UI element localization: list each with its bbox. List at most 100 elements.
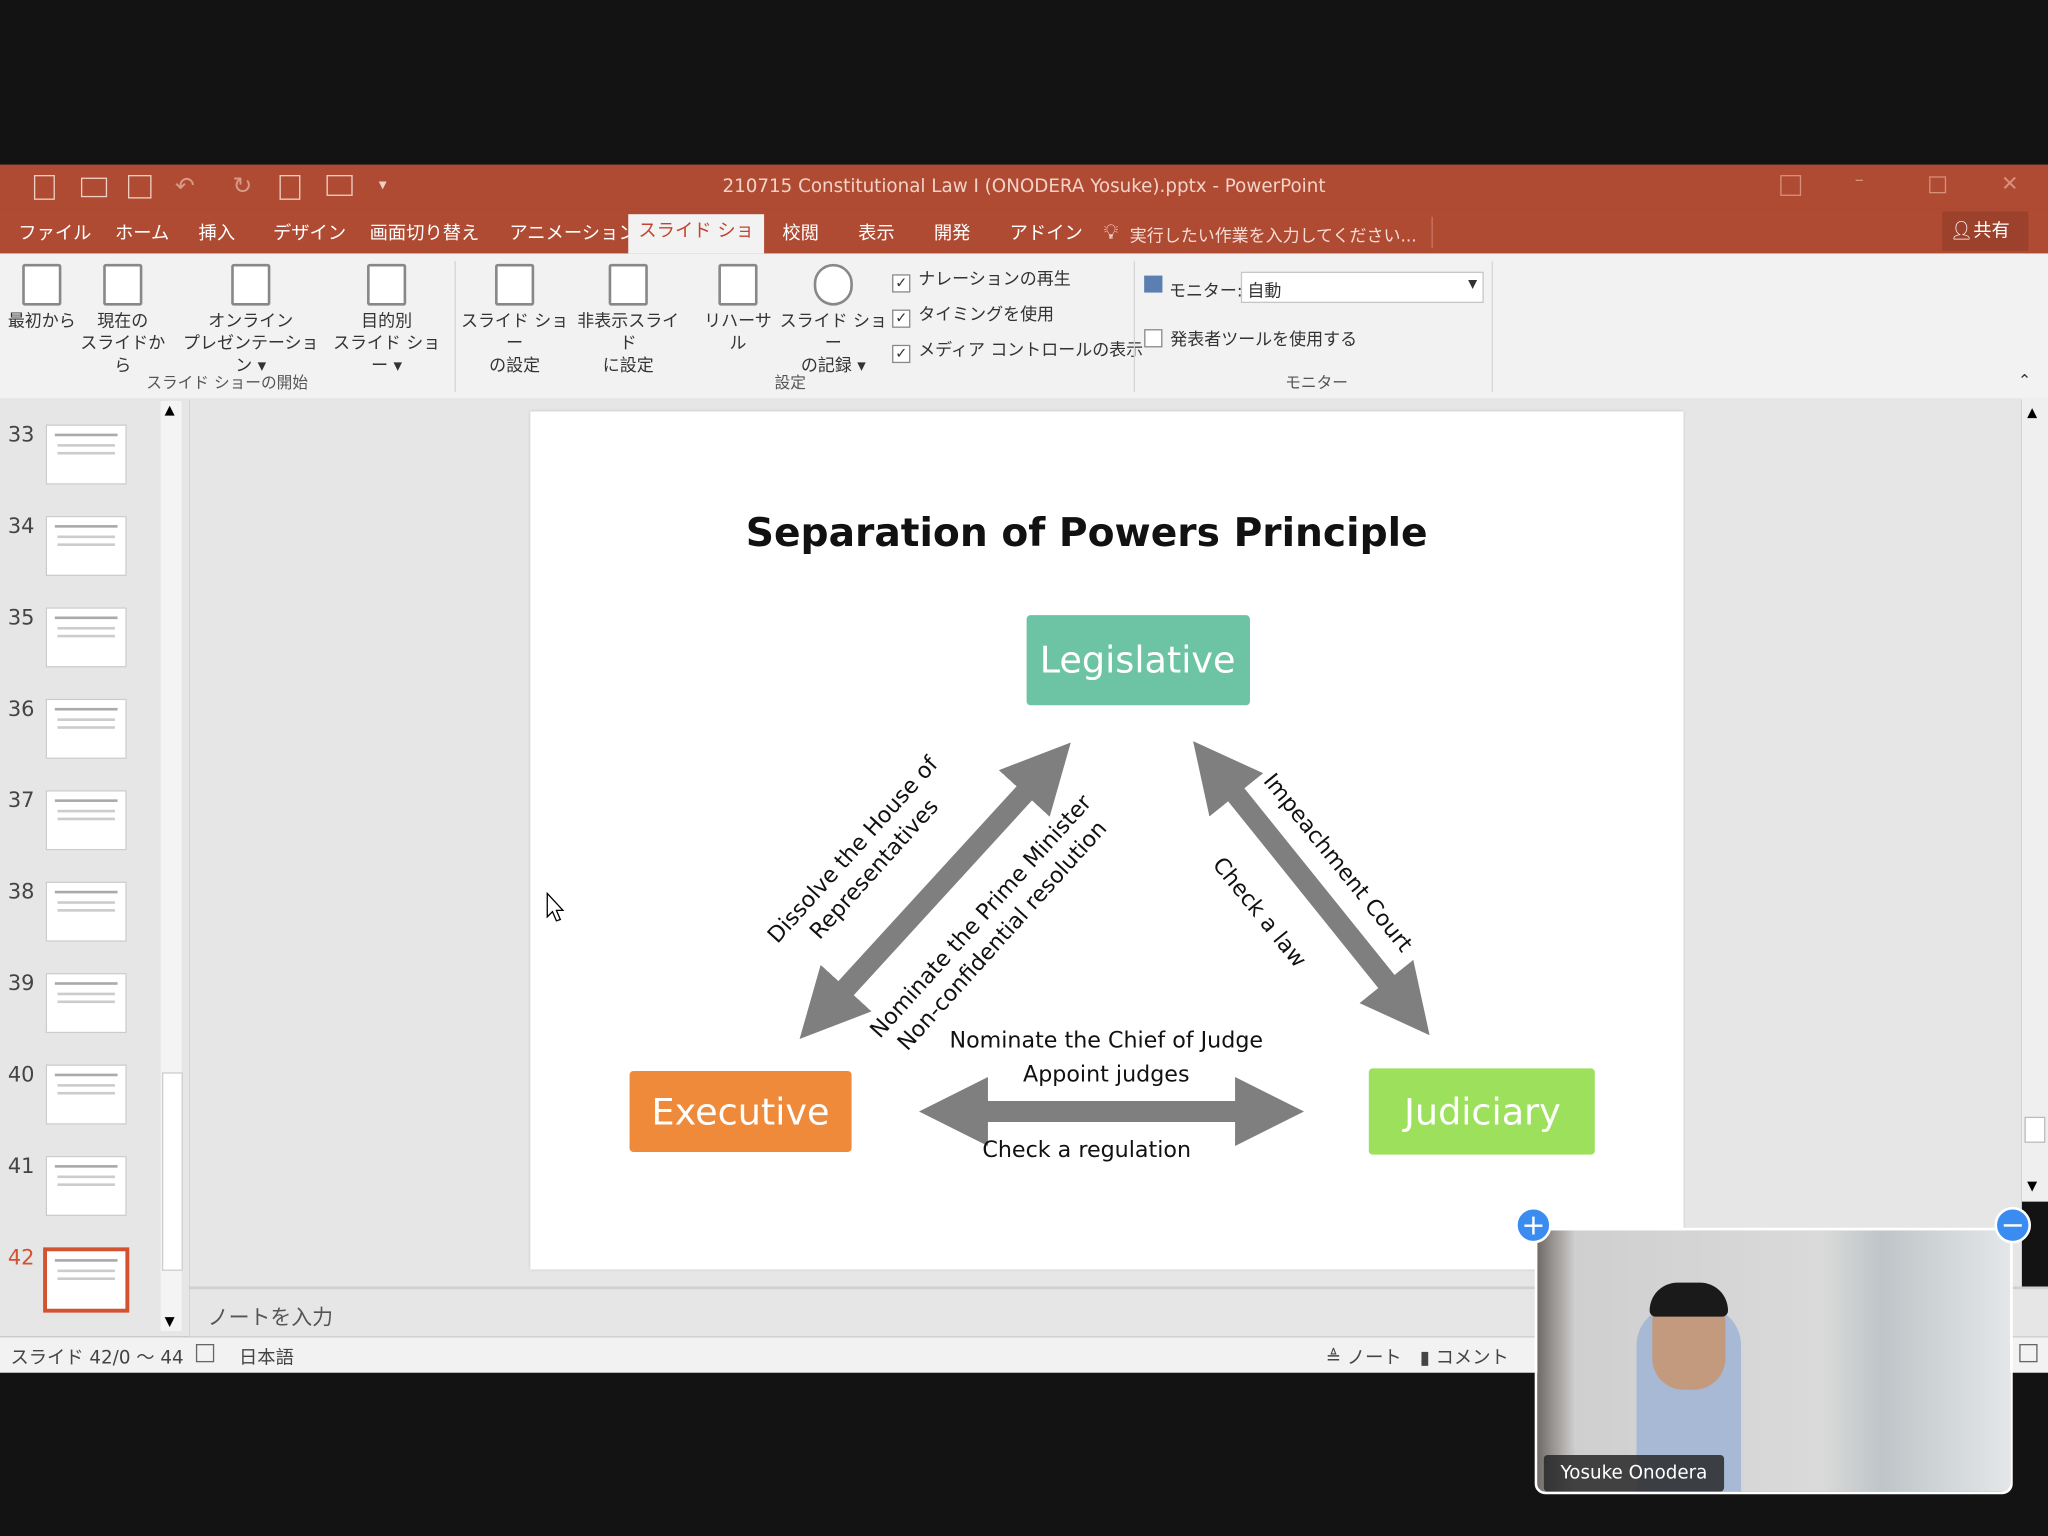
tell-me-box[interactable]: 💡︎ 実行したい作業を入力してください... — [1101, 216, 1433, 249]
hide-slide-icon — [608, 263, 648, 306]
globe-icon — [231, 263, 271, 306]
scroll-down-icon: ▼ — [2027, 1179, 2038, 1194]
slide-number: 39 — [7, 970, 35, 996]
video-tile: Yosuke Onodera — [1534, 1227, 2013, 1495]
judiciary-label: Judiciary — [1402, 1091, 1561, 1134]
slide-thumbnail[interactable] — [45, 881, 127, 942]
chevron-down-icon: ▼ — [1468, 278, 1478, 292]
slide-number: 40 — [7, 1061, 35, 1087]
fit-slide-icon[interactable] — [2019, 1343, 2038, 1363]
online-presentation-button[interactable]: オンライン プレゼンテーション ▾ — [178, 263, 324, 378]
record-icon — [813, 263, 853, 306]
comments-toggle[interactable]: ▮ コメント — [1420, 1344, 1509, 1370]
zoom-out-button[interactable]: − — [1994, 1206, 2032, 1244]
tab-developer[interactable]: 開発 — [926, 217, 978, 254]
current-slide-icon — [103, 263, 143, 306]
slide-thumbnail[interactable] — [45, 1064, 127, 1125]
ribbon-display-icon[interactable] — [1780, 175, 1802, 196]
group-label-setup: 設定 — [774, 373, 806, 392]
narration-checkbox[interactable]: ✓ ナレーションの再生 — [892, 265, 1071, 293]
slide-counter: スライド 42/0 ～ 44 — [10, 1347, 184, 1369]
thumbnail-scrollbar[interactable]: ▲ ▼ — [160, 400, 183, 1331]
play-slide-icon — [22, 263, 62, 306]
tab-design[interactable]: デザイン — [265, 217, 354, 254]
slide-number: 42 — [7, 1244, 35, 1270]
slide-number: 37 — [7, 787, 35, 813]
scroll-down-icon: ▼ — [164, 1315, 175, 1330]
scroll-up-icon: ▲ — [164, 403, 175, 418]
record-slideshow-button[interactable]: スライド ショー の記録 ▾ — [778, 263, 888, 378]
custom-slideshow-button[interactable]: 目的別 スライド ショー ▾ — [327, 263, 447, 378]
tell-me-text: 実行したい作業を入力してください... — [1129, 227, 1417, 247]
slide-thumbnail[interactable] — [45, 607, 127, 668]
ribbon: 最初から 現在の スライドから オンライン プレゼンテーション ▾ 目的別 スライド … — [0, 253, 2048, 400]
notes-placeholder: ノートを入力 — [207, 1304, 334, 1330]
editor-scrollbar[interactable]: ▲ ▼ — [2021, 398, 2048, 1202]
window-title: 210715 Constitutional Law I (ONODERA Yos… — [722, 176, 1326, 198]
tab-file[interactable]: ファイル — [10, 217, 99, 254]
group-label-start: スライド ショーの開始 — [146, 373, 309, 392]
title-bar: ↶ ↻ ▾ 210715 Constitutional Law I (ONODE… — [0, 164, 2048, 209]
tab-home[interactable]: ホーム — [107, 217, 177, 254]
monitor-select[interactable]: 自動 ▼ — [1240, 271, 1484, 304]
presenter-view-checkbox[interactable]: 発表者ツールを使用する — [1144, 325, 1357, 350]
tab-transitions[interactable]: 画面切り替え — [362, 217, 487, 254]
setup-icon — [495, 263, 535, 306]
tab-animations[interactable]: アニメーション — [502, 217, 645, 254]
slide-number: 41 — [7, 1153, 35, 1179]
collapse-ribbon-icon[interactable]: ⌃ — [2018, 371, 2031, 389]
slide-thumbnail[interactable] — [45, 973, 127, 1034]
tab-addins[interactable]: アドイン — [1002, 217, 1091, 254]
rehearse-button[interactable]: リハーサル — [697, 263, 778, 355]
slide-thumbnail[interactable] — [45, 790, 127, 851]
share-button[interactable]: 👤︎共有 — [1942, 211, 2029, 251]
media-controls-checkbox[interactable]: ✓ メディア コントロールの表示 — [892, 336, 1143, 364]
slide-title: Separation of Powers Principle — [746, 511, 1428, 556]
zoom-in-button[interactable]: + — [1515, 1206, 1552, 1244]
share-label: 共有 — [1973, 220, 2010, 242]
check-regulation-label: Check a regulation — [982, 1137, 1191, 1163]
scroll-up-icon: ▲ — [2027, 406, 2038, 421]
group-label-monitor: モニター — [1285, 373, 1348, 392]
tab-view[interactable]: 表示 — [850, 217, 902, 254]
scrollbar-thumb[interactable] — [2024, 1116, 2046, 1143]
monitor-label: モニター: — [1168, 282, 1243, 302]
language[interactable]: 日本語 — [239, 1344, 294, 1370]
scrollbar-thumb[interactable] — [161, 1072, 183, 1271]
notes-toggle[interactable]: ≜ ノート — [1326, 1344, 1402, 1370]
appoint-judges-label: Appoint judges — [1023, 1061, 1190, 1087]
minimize-button[interactable]: – — [1855, 170, 1864, 191]
custom-show-icon — [367, 263, 407, 306]
slide-number: 36 — [7, 696, 35, 721]
diagram: Separation of Powers Principle Legislati… — [629, 511, 1595, 1163]
slide-number: 34 — [7, 513, 35, 539]
slide-number: 33 — [7, 421, 35, 447]
chief-judge-label: Nominate the Chief of Judge — [949, 1028, 1263, 1054]
maximize-button[interactable] — [1929, 176, 1947, 194]
lightbulb-icon: 💡︎ — [1103, 219, 1119, 245]
tab-slideshow[interactable]: スライド ショー — [628, 214, 765, 276]
tab-review[interactable]: 校閲 — [775, 217, 827, 254]
timing-checkbox[interactable]: ✓ タイミングを使用 — [892, 300, 1054, 328]
legislative-label: Legislative — [1040, 639, 1236, 682]
slide-thumbnail[interactable] — [43, 1247, 130, 1313]
monitor-icon — [1144, 275, 1163, 293]
slide-thumbnail[interactable] — [45, 424, 127, 485]
slide-thumbnails-panel: 33 34 35 36 37 38 39 40 41 42 ▲ ▼ — [0, 398, 190, 1337]
setup-slideshow-button[interactable]: スライド ショー の設定 — [460, 263, 570, 378]
spellcheck-icon[interactable] — [195, 1343, 215, 1363]
slide-canvas[interactable]: Separation of Powers Principle Legislati… — [530, 411, 1684, 1270]
nonconfidential-label: Non-confidential resolution — [892, 816, 1112, 1056]
from-beginning-button[interactable]: 最初から — [5, 263, 78, 333]
tab-insert[interactable]: 挿入 — [191, 217, 243, 254]
close-button[interactable]: ✕ — [2001, 171, 2019, 196]
slide-number: 35 — [7, 604, 35, 630]
slide-number: 38 — [7, 879, 35, 904]
slide-thumbnail[interactable] — [45, 515, 127, 576]
slide-thumbnail[interactable] — [45, 698, 127, 759]
person-icon: 👤︎ — [1950, 220, 1974, 242]
hide-slide-button[interactable]: 非表示スライド に設定 — [569, 263, 687, 378]
from-current-button[interactable]: 現在の スライドから — [78, 263, 167, 378]
stopwatch-icon — [718, 263, 758, 306]
slide-thumbnail[interactable] — [45, 1155, 127, 1216]
